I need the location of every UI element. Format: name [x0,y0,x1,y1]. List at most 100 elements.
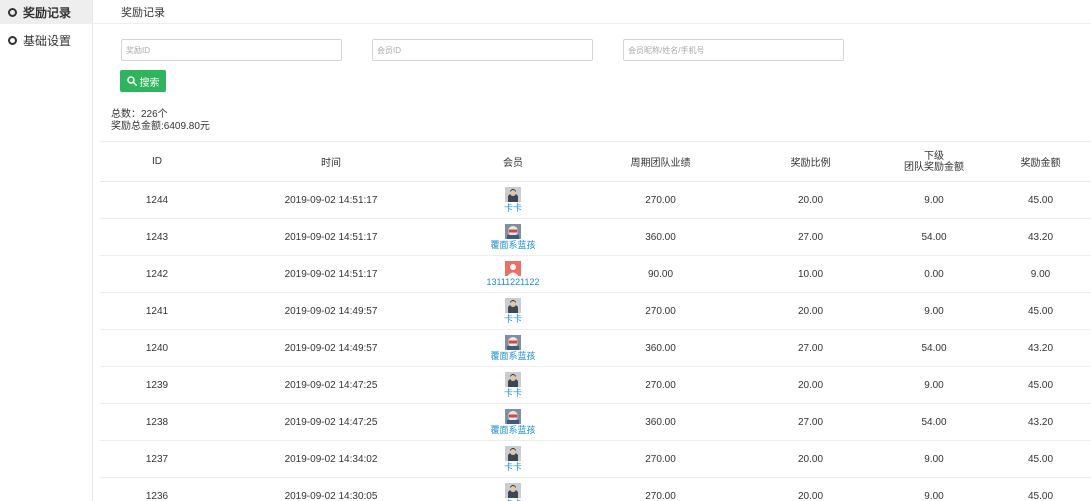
member-name-link[interactable]: 覆面系蓝孩 [490,425,535,435]
cell-ratio: 27.00 [797,231,824,243]
summary-block: 总数：226个 奖励总金额:6409.80元 [111,109,210,133]
cell-amount: 45.00 [1027,305,1054,317]
header-subordinate-line2: 团队奖励金额 [904,161,964,173]
cell-time: 2019-09-02 14:47:25 [284,416,378,428]
cell-time: 2019-09-02 14:51:17 [284,268,378,280]
table-row: 1237 2019-09-02 14:34:02 卡卡 270.00 20.00… [100,441,1091,478]
table-row: 1241 2019-09-02 14:49:57 卡卡 270.00 20.00… [100,293,1091,330]
cell-member: 覆面系蓝孩 [448,409,578,435]
filter-bar [121,39,844,61]
cell-amount: 45.00 [1027,379,1054,391]
cell-ratio: 20.00 [797,305,824,317]
member-name-link[interactable]: 13111221122 [486,277,539,287]
cell-subordinate-reward: 9.00 [924,490,944,501]
cell-ratio: 20.00 [797,379,824,391]
masked-avatar-icon [505,409,521,424]
cell-amount: 9.00 [1030,268,1051,280]
cell-ratio: 10.00 [797,268,824,280]
hoodie-avatar-icon [505,187,521,202]
cell-team-performance: 270.00 [645,490,676,501]
table-row: 1238 2019-09-02 14:47:25 覆面系蓝孩 360.00 27… [100,404,1091,441]
search-button-label: 搜索 [139,77,160,89]
cell-subordinate-reward: 9.00 [924,453,944,465]
header-amount: 奖励金额 [1020,158,1061,169]
cell-team-performance: 360.00 [645,231,676,243]
member-name-link[interactable]: 卡卡 [504,462,522,472]
hoodie-avatar-icon [505,483,521,498]
cell-id: 1244 [145,194,169,206]
search-button[interactable]: 搜索 [120,70,166,92]
header-id: ID [152,156,162,167]
member-name-input[interactable] [623,39,844,61]
cell-amount: 43.20 [1027,342,1054,354]
cell-amount: 43.20 [1027,231,1054,243]
cell-id: 1241 [145,305,169,317]
cell-member: 卡卡 [448,298,578,324]
cell-team-performance: 90.00 [647,268,674,280]
cell-id: 1240 [145,342,169,354]
sidebar: 奖励记录 基础设置 [0,0,93,501]
search-icon [126,76,137,86]
cell-team-performance: 270.00 [645,379,676,391]
member-name-link[interactable]: 卡卡 [504,203,522,213]
cell-team-performance: 270.00 [645,453,676,465]
table-header: ID 时间 会员 周期团队业绩 奖励比例 下级 团队奖励金额 奖励金额 [100,142,1091,182]
header-subordinate-reward: 下级 团队奖励金额 [878,151,990,173]
cell-team-performance: 270.00 [645,194,676,206]
sidebar-item-basic-settings[interactable]: 基础设置 [0,28,92,52]
main-content: 奖励记录 搜索 总数：226个 奖励总金额:6409.80元 ID 时间 会员 … [93,0,1091,501]
header-subordinate-line1: 下级 [924,150,944,162]
cell-time: 2019-09-02 14:49:57 [284,305,378,317]
cell-member: 卡卡 [448,372,578,398]
header-ratio: 奖励比例 [790,158,831,169]
cell-time: 2019-09-02 14:51:17 [284,194,378,206]
sidebar-item-reward-records[interactable]: 奖励记录 [0,0,92,24]
cell-member: 卡卡 [448,187,578,213]
cell-subordinate-reward: 0.00 [924,268,944,280]
table-row: 1243 2019-09-02 14:51:17 覆面系蓝孩 360.00 27… [100,219,1091,256]
cell-subordinate-reward: 54.00 [921,231,947,243]
header-team-performance: 周期团队业绩 [630,158,691,169]
member-name-link[interactable]: 覆面系蓝孩 [490,351,535,361]
cell-ratio: 27.00 [797,416,824,428]
cell-subordinate-reward: 9.00 [924,379,944,391]
cell-team-performance: 360.00 [645,342,676,354]
total-amount: 奖励总金额:6409.80元 [111,121,210,132]
circle-icon [8,35,17,45]
table-row: 1242 2019-09-02 14:51:17 13111221122 90.… [100,256,1091,293]
cell-subordinate-reward: 9.00 [924,305,944,317]
table-row: 1240 2019-09-02 14:49:57 覆面系蓝孩 360.00 27… [100,330,1091,367]
cell-subordinate-reward: 54.00 [921,342,947,354]
cell-ratio: 20.00 [797,194,824,206]
cell-time: 2019-09-02 14:34:02 [284,453,378,465]
cell-id: 1239 [145,379,169,391]
cell-id: 1238 [145,416,169,428]
cell-member: 覆面系蓝孩 [448,224,578,250]
page-header: 奖励记录 [93,0,1091,24]
page-title: 奖励记录 [121,6,165,19]
cell-time: 2019-09-02 14:47:25 [284,379,378,391]
cell-amount: 43.20 [1027,416,1054,428]
member-name-link[interactable]: 覆面系蓝孩 [490,240,535,250]
member-name-link[interactable]: 卡卡 [504,314,522,324]
member-name-link[interactable]: 卡卡 [504,388,522,398]
member-id-input[interactable] [372,39,593,61]
cell-member: 覆面系蓝孩 [448,335,578,361]
table-row: 1236 2019-09-02 14:30:05 卡卡 270.00 20.00… [100,478,1091,501]
cell-id: 1237 [145,453,169,465]
cell-team-performance: 270.00 [645,305,676,317]
reward-id-input[interactable] [121,39,342,61]
header-member: 会员 [503,158,523,169]
sidebar-item-label: 奖励记录 [23,5,72,20]
cell-member: 13111221122 [448,261,578,287]
cell-ratio: 27.00 [797,342,824,354]
cell-time: 2019-09-02 14:51:17 [284,231,378,243]
cell-time: 2019-09-02 14:30:05 [284,490,378,501]
hoodie-avatar-icon [505,446,521,461]
cell-id: 1242 [145,268,169,280]
cell-id: 1236 [145,490,169,501]
cell-member: 卡卡 [448,446,578,472]
reward-table: ID 时间 会员 周期团队业绩 奖励比例 下级 团队奖励金额 奖励金额 1244… [100,141,1091,501]
masked-avatar-icon [505,335,521,350]
cell-amount: 45.00 [1027,453,1054,465]
